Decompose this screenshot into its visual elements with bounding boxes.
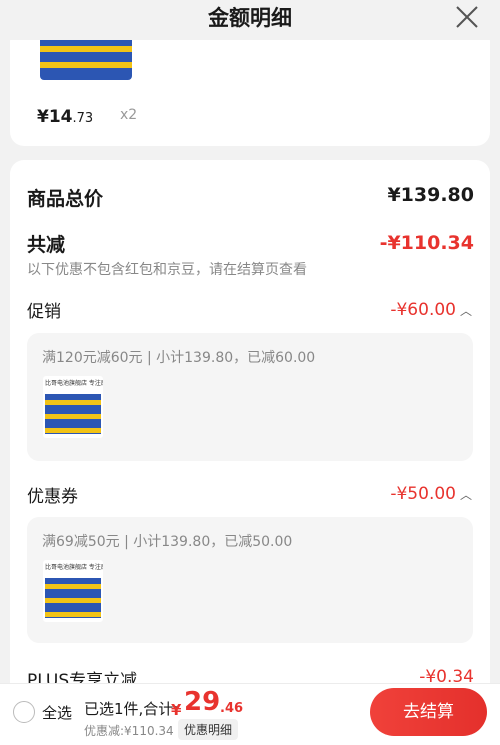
promotion-value: -¥60.00 bbox=[390, 300, 456, 320]
coupon-detail-panel: 满69减50元 | 小计139.80，已减50.00 比哥电池旗舰店 专注原装电… bbox=[27, 517, 473, 643]
close-icon[interactable] bbox=[454, 4, 480, 30]
product-thumbnail[interactable] bbox=[40, 38, 132, 80]
page-title: 金额明细 bbox=[208, 6, 292, 30]
total-currency: ¥ bbox=[171, 701, 182, 719]
product-thumbnail[interactable]: 比哥电池旗舰店 专注原装电池 促销 bbox=[43, 376, 103, 438]
promotion-label: 促销 bbox=[27, 302, 61, 322]
select-all-checkbox[interactable] bbox=[13, 701, 35, 723]
selected-count: 已选1件,合计: bbox=[84, 700, 179, 718]
coupon-toggle[interactable]: -¥50.00 ︿ bbox=[390, 484, 472, 504]
product-thumbnail[interactable]: 比哥电池旗舰店 专注原装电池 促销 bbox=[43, 560, 103, 622]
promotion-detail-panel: 满120元减60元 | 小计139.80，已减60.00 比哥电池旗舰店 专注原… bbox=[27, 333, 473, 461]
item-quantity: x2 bbox=[120, 107, 138, 123]
total-discount-value: -¥110.34 bbox=[379, 232, 474, 254]
breakdown-card: 商品总价 ¥139.80 共减 -¥110.34 以下优惠不包含红包和京豆，请在… bbox=[10, 160, 490, 745]
chevron-up-icon: ︿ bbox=[459, 488, 472, 502]
coupon-detail: 满69减50元 | 小计139.80，已减50.00 bbox=[42, 534, 293, 550]
goods-total-label: 商品总价 bbox=[27, 188, 104, 210]
checkout-button[interactable]: 去结算 bbox=[370, 688, 487, 736]
goods-total-value: ¥139.80 bbox=[387, 184, 474, 206]
promotion-detail: 满120元减60元 | 小计139.80，已减60.00 bbox=[42, 350, 316, 366]
total-amount: 29 bbox=[184, 687, 221, 717]
chevron-up-icon: ︿ bbox=[459, 304, 472, 318]
discount-detail-button[interactable]: 优惠明细 bbox=[178, 719, 239, 740]
checkout-bar: 全选 已选1件,合计: ¥ 29 .46 优惠减:¥110.34 优惠明细 去结… bbox=[0, 683, 500, 745]
discount-note: 以下优惠不包含红包和京豆，请在结算页查看 bbox=[27, 262, 307, 278]
total-amount-decimal: .46 bbox=[220, 701, 244, 716]
modal-header: 金额明细 bbox=[0, 0, 500, 40]
coupon-value: -¥50.00 bbox=[390, 484, 456, 504]
promotion-toggle[interactable]: -¥60.00 ︿ bbox=[390, 300, 472, 320]
product-card: ¥14.73 x2 bbox=[10, 28, 490, 146]
coupon-label: 优惠券 bbox=[27, 487, 78, 507]
discount-summary: 优惠减:¥110.34 bbox=[84, 724, 174, 738]
select-all-label[interactable]: 全选 bbox=[42, 702, 72, 723]
item-price: ¥14.73 bbox=[37, 107, 94, 127]
total-discount-label: 共减 bbox=[27, 234, 66, 256]
